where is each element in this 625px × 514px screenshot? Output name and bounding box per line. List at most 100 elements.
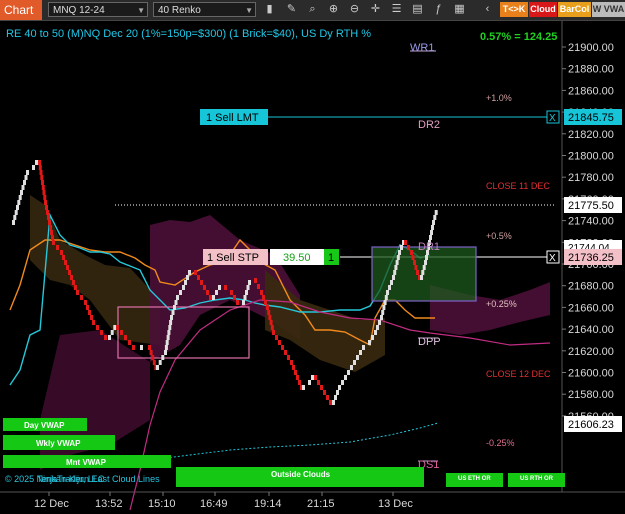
- renko-up-brick: [383, 300, 387, 305]
- renko-up-brick: [384, 295, 388, 300]
- renko-down-brick: [76, 290, 79, 295]
- pct-readout: 0.57% = 124.25: [480, 31, 557, 43]
- chevron-down-icon: ▼: [245, 6, 253, 15]
- bar-type-selector[interactable]: 40 Renko ▼: [153, 2, 256, 17]
- renko-down-brick: [120, 330, 123, 335]
- renko-down-brick: [66, 265, 69, 270]
- magnify-icon[interactable]: ⌕: [305, 2, 320, 17]
- renko-up-brick: [13, 215, 17, 220]
- renko-down-brick: [270, 325, 274, 330]
- renko-down-brick: [62, 255, 65, 260]
- renko-down-brick: [42, 190, 46, 195]
- renko-up-brick: [344, 375, 347, 380]
- renko-down-brick: [407, 245, 410, 250]
- sell-stp-order[interactable]: 1 Sell STP 39.50 1: [203, 249, 339, 265]
- renko-up-brick: [338, 385, 341, 390]
- renko-down-brick: [272, 330, 275, 335]
- price-tick-label: 21780.00: [568, 172, 614, 184]
- price-tick-label: 21620.00: [568, 346, 614, 358]
- cloud-toggle-button[interactable]: Cloud: [529, 2, 557, 17]
- svg-text:US ETH OR: US ETH OR: [458, 476, 491, 482]
- time-tick-label: 15:10: [148, 498, 176, 510]
- pencil-icon[interactable]: ✎: [284, 2, 299, 17]
- renko-down-brick: [128, 340, 131, 345]
- renko-down-brick: [411, 255, 415, 260]
- renko-up-brick: [110, 330, 114, 335]
- renko-down-brick: [70, 275, 73, 280]
- renko-up-brick: [400, 245, 403, 250]
- renko-down-brick: [264, 300, 267, 305]
- sell-stp-close-button[interactable]: X: [546, 250, 560, 264]
- renko-down-brick: [92, 320, 95, 325]
- renko-down-brick: [292, 365, 295, 370]
- renko-up-brick: [32, 165, 35, 170]
- chart-canvas[interactable]: RE 40 to 50 (M)NQ Dec 20 (1%=150p=$300) …: [0, 21, 625, 514]
- renko-down-brick: [149, 350, 153, 355]
- renko-down-brick: [47, 215, 50, 220]
- chevron-down-icon: ▼: [137, 6, 145, 15]
- crosshair-icon[interactable]: ✛: [368, 2, 383, 17]
- renko-up-brick: [26, 170, 29, 175]
- renko-up-brick: [168, 325, 172, 330]
- renko-down-brick: [314, 375, 317, 380]
- mnt-vwap-button[interactable]: Mnt VWAP: [3, 455, 171, 468]
- renko-down-brick: [236, 300, 239, 305]
- bars-icon[interactable]: ▮: [262, 2, 277, 17]
- tk-toggle-button[interactable]: T<>K: [500, 2, 528, 17]
- renko-up-brick: [242, 300, 245, 305]
- renko-down-brick: [266, 305, 269, 310]
- svg-text:X: X: [549, 253, 556, 264]
- renko-up-brick: [17, 200, 21, 205]
- sell-lmt-order[interactable]: 1 Sell LMT: [200, 109, 268, 125]
- instrument-selector[interactable]: MNQ 12-24 ▼: [48, 2, 148, 17]
- renko-up-brick: [371, 335, 374, 340]
- renko-up-brick: [20, 190, 23, 195]
- day-vwap-button[interactable]: Day VWAP: [3, 418, 87, 431]
- svg-text:21606.23: 21606.23: [568, 419, 614, 431]
- wkly-vwap-button[interactable]: Wkly VWAP: [3, 435, 115, 450]
- renko-down-brick: [60, 250, 63, 255]
- renko-up-brick: [429, 235, 432, 240]
- barcol-toggle-button[interactable]: BarCol: [558, 2, 591, 17]
- renko-up-brick: [353, 360, 356, 365]
- sell-lmt-close-button[interactable]: X: [546, 110, 560, 124]
- renko-down-brick: [104, 335, 107, 340]
- us-rth-or-button[interactable]: US RTH OR: [508, 473, 565, 487]
- chevron-left-icon[interactable]: ‹: [480, 2, 495, 17]
- time-tick-label: 19:14: [254, 498, 282, 510]
- chart-tab-title[interactable]: Chart: [0, 0, 42, 20]
- strategies-icon[interactable]: ▦: [452, 2, 467, 17]
- renko-down-brick: [326, 395, 329, 400]
- wvwa-toggle-button[interactable]: W VWA: [592, 2, 625, 17]
- renko-up-brick: [432, 220, 435, 225]
- zoom-in-icon[interactable]: ⊕: [326, 2, 341, 17]
- vwap-price-tag: 21606.23: [564, 416, 622, 432]
- renko-up-brick: [388, 285, 391, 290]
- svg-text:21845.75: 21845.75: [568, 112, 614, 124]
- renko-down-brick: [116, 325, 119, 330]
- renko-down-brick: [410, 250, 413, 255]
- renko-up-brick: [173, 305, 176, 310]
- outside-clouds-button[interactable]: Outside Clouds: [176, 467, 424, 487]
- renko-up-brick: [393, 270, 397, 275]
- zoom-out-icon[interactable]: ⊖: [347, 2, 362, 17]
- renko-down-brick: [230, 290, 233, 295]
- renko-down-brick: [56, 245, 59, 250]
- templates-icon[interactable]: ▤: [410, 2, 425, 17]
- properties-icon[interactable]: ☰: [389, 2, 404, 17]
- renko-down-brick: [254, 278, 257, 283]
- renko-up-brick: [311, 375, 314, 380]
- renko-down-brick: [209, 295, 212, 300]
- renko-up-brick: [218, 285, 221, 290]
- renko-up-brick: [381, 310, 385, 315]
- renko-up-brick: [243, 295, 247, 300]
- indicators-icon[interactable]: ƒ: [431, 2, 446, 17]
- renko-up-brick: [398, 250, 401, 255]
- renko-down-brick: [68, 270, 71, 275]
- svg-text:Wkly VWAP: Wkly VWAP: [36, 439, 81, 448]
- renko-up-brick: [182, 285, 185, 290]
- us-eth-or-button[interactable]: US ETH OR: [446, 473, 503, 487]
- pct-plus-05-label: +0.5%: [486, 231, 512, 241]
- price-tick-label: 21820.00: [568, 129, 614, 141]
- renko-up-brick: [378, 320, 381, 325]
